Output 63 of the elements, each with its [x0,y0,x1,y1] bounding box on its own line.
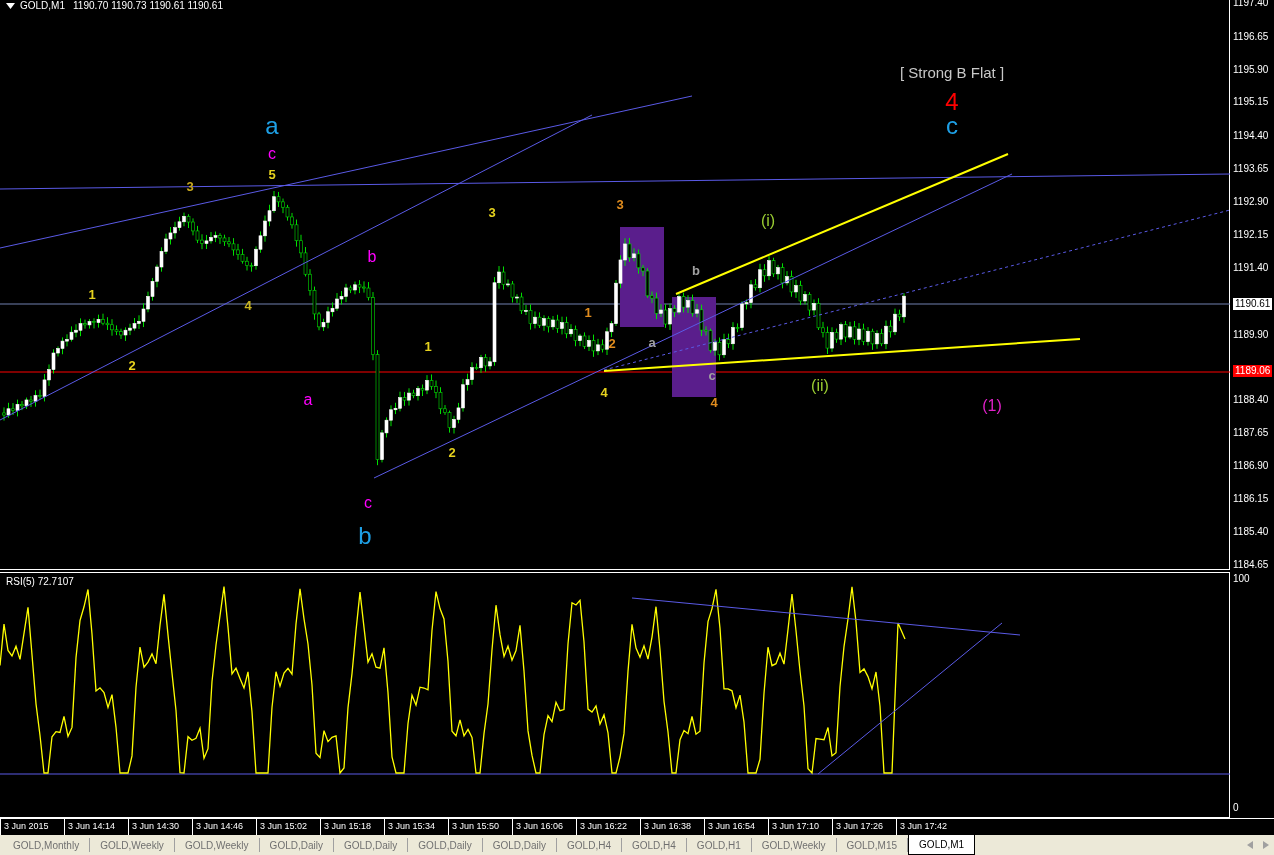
wave-label: 3 [488,205,496,219]
price-tick: 1187.65 [1233,427,1269,439]
dropdown-icon[interactable] [6,2,15,9]
price-tick: 1184.65 [1233,559,1269,571]
wave-label: (ii) [811,378,829,394]
chart-tab[interactable]: GOLD,M1 [908,835,976,855]
scale-label: 0 [1233,802,1239,814]
wave-label: a [265,114,279,138]
wave-label: b [367,249,377,265]
scroll-left-icon[interactable] [1247,841,1253,849]
wave-label: 5 [268,167,276,181]
chart-tab[interactable]: GOLD,Daily [259,838,334,852]
chart-tab[interactable]: GOLD,Daily [333,838,409,852]
price-quote: 1190.70 1190.73 1190.61 1190.61 [73,0,223,11]
price-tick: 1191.40 [1233,262,1269,274]
wave-label: c [946,114,958,138]
chart-tab[interactable]: GOLD,Monthly [3,838,91,852]
wave-label: 1 [424,339,432,353]
price-tick: 1196.65 [1233,31,1269,43]
wave-label: c [708,368,716,382]
chart-tab[interactable]: GOLD,Weekly [90,838,175,852]
price-tick: 1194.40 [1233,130,1269,142]
price-tick: 1192.15 [1233,229,1269,241]
chart-tab[interactable]: GOLD,Daily [482,838,558,852]
current-price-tag: 1190.61 [1233,298,1273,310]
chart-tab[interactable]: GOLD,H4 [557,838,622,852]
price-tick: 1195.90 [1233,64,1269,76]
wave-label: 1 [88,287,96,301]
wave-label: a [303,392,313,408]
indicator-label: RSI(5) 72.7107 [6,576,74,587]
wave-label: 4 [244,298,252,312]
wave-label: b [692,263,700,277]
scale-label: 100 [1233,573,1250,585]
wave-label: 2 [608,336,616,350]
price-tick: 1186.15 [1233,493,1269,505]
line-price-tag: 1189.06 [1233,365,1273,377]
wave-label: 4 [600,385,608,399]
wave-label: c [268,146,276,162]
price-tick: 1192.90 [1233,196,1269,208]
price-tick: 1189.90 [1233,329,1269,341]
chart-tab[interactable]: GOLD,H1 [686,838,752,852]
wave-label: (i) [760,213,776,229]
wave-label: 2 [448,445,456,459]
wave-label: [ Strong B Flat ] [899,64,1005,80]
price-tick: 1193.65 [1233,163,1269,175]
price-tick: 1188.40 [1233,394,1269,406]
wave-label: 2 [128,358,136,372]
wave-label: 1 [584,305,592,319]
chart-tab[interactable]: GOLD,Weekly [174,838,260,852]
scroll-right-icon[interactable] [1263,841,1269,849]
price-tick: 1185.40 [1233,526,1269,538]
chart-symbol: GOLD,M1 [20,0,65,11]
chart-tab[interactable]: GOLD,Weekly [751,838,837,852]
wave-label: 3 [616,197,624,211]
wave-label: 4 [945,90,959,114]
price-tick: 1186.90 [1233,460,1269,472]
chart-tab[interactable]: GOLD,H4 [621,838,687,852]
wave-label: (1) [982,398,1002,414]
price-tick: 1195.15 [1233,96,1269,108]
wave-label: 4 [710,395,718,409]
wave-label: b [358,524,372,548]
wave-label: c [364,495,372,511]
chart-tab[interactable]: GOLD,Daily [408,838,483,852]
